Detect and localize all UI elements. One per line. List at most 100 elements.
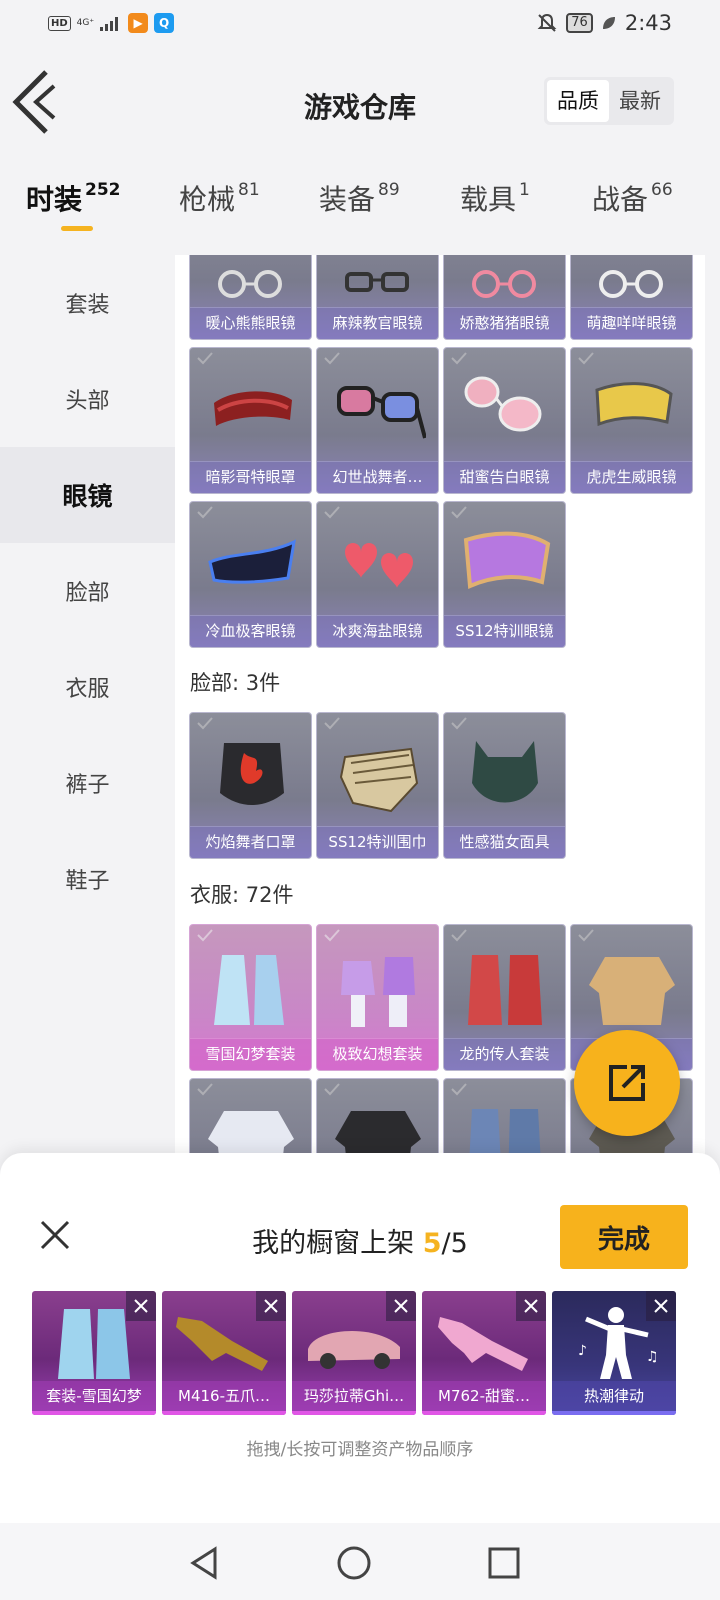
showcase-count: 5 xyxy=(422,1228,442,1259)
showcase-slot[interactable]: 玛莎拉蒂Ghi… xyxy=(292,1291,416,1415)
check-icon xyxy=(578,929,594,942)
sort-quality-option[interactable]: 品质 xyxy=(547,80,609,122)
item-name: 暗影哥特眼罩 xyxy=(190,461,311,493)
status-bar: HD 4G⁺ ▶ Q 76 2:43 xyxy=(0,0,720,46)
item-card[interactable]: 麻辣教官眼镜 xyxy=(316,255,439,340)
check-icon xyxy=(578,352,594,365)
showcase-slot[interactable]: 套装-雪国幻梦 xyxy=(32,1291,156,1415)
item-card[interactable]: SS12特训围巾 xyxy=(316,712,439,859)
battery-icon: 76 xyxy=(566,13,593,33)
showcase-slot[interactable]: M762-甜蜜… xyxy=(422,1291,546,1415)
sidebar-item-suit[interactable]: 套装 xyxy=(0,255,175,351)
tab-fashion[interactable]: 时装 252 xyxy=(26,178,121,218)
check-icon xyxy=(324,1083,340,1096)
item-name: 极致幻想套装 xyxy=(317,1038,438,1070)
item-card[interactable]: 灼焰舞者口罩 xyxy=(189,712,312,859)
outfit-image xyxy=(214,955,284,1025)
sidebar-item-head[interactable]: 头部 xyxy=(0,351,175,447)
item-name: SS12特训围巾 xyxy=(317,826,438,858)
item-name: 龙的传人套装 xyxy=(444,1038,565,1070)
item-name: 幻世战舞者… xyxy=(317,461,438,493)
sidebar-item-shoes[interactable]: 鞋子 xyxy=(0,831,175,927)
showcase-total: /5 xyxy=(441,1228,468,1259)
scarf-image xyxy=(339,747,419,813)
item-name: 性感猫女面具 xyxy=(444,826,565,858)
slot-name: 套装-雪国幻梦 xyxy=(32,1381,156,1415)
category-tabs: 时装 252 枪械 81 装备 89 载具 1 战备 66 xyxy=(0,178,720,238)
leaf-icon xyxy=(602,17,615,29)
item-card[interactable]: 暖心熊熊眼镜 xyxy=(189,255,312,340)
nav-back-icon[interactable] xyxy=(185,1543,225,1583)
tab-count: 89 xyxy=(378,180,400,200)
svg-text:♪: ♪ xyxy=(578,1343,587,1359)
item-name: 娇憨猪猪眼镜 xyxy=(444,307,565,339)
item-card[interactable]: 幻世战舞者… xyxy=(316,347,439,494)
tab-vehicles[interactable]: 载具 1 xyxy=(460,178,530,218)
check-icon xyxy=(197,352,213,365)
check-icon xyxy=(324,929,340,942)
slot-name: 热潮律动 xyxy=(552,1381,676,1415)
svg-text:♫: ♫ xyxy=(646,1349,659,1365)
nav-home-icon[interactable] xyxy=(334,1543,374,1583)
done-button[interactable]: 完成 xyxy=(560,1205,688,1269)
item-card[interactable]: 性感猫女面具 xyxy=(443,712,566,859)
slot-name: 玛莎拉蒂Ghi… xyxy=(292,1381,416,1415)
item-card[interactable]: 雪国幻梦套装 xyxy=(189,924,312,1071)
check-icon xyxy=(451,1083,467,1096)
showcase-slot[interactable]: M416-五爪… xyxy=(162,1291,286,1415)
sidebar-item-glasses[interactable]: 眼镜 xyxy=(0,447,175,543)
item-card[interactable] xyxy=(316,1078,439,1165)
item-card[interactable]: 萌趣咩咩眼镜 xyxy=(570,255,693,340)
item-card[interactable]: 龙的传人套装 xyxy=(443,924,566,1071)
slot-name: M762-甜蜜… xyxy=(422,1381,546,1415)
item-name: 萌趣咩咩眼镜 xyxy=(571,307,692,339)
heart-glasses-image xyxy=(345,543,413,588)
tab-count: 1 xyxy=(519,180,530,200)
network-indicator: 4G⁺ xyxy=(76,17,95,28)
item-name: 麻辣教官眼镜 xyxy=(317,307,438,339)
check-icon xyxy=(324,717,340,730)
sidebar-item-face[interactable]: 脸部 xyxy=(0,543,175,639)
item-card[interactable]: 暗影哥特眼罩 xyxy=(189,347,312,494)
tab-label: 载具 xyxy=(460,183,517,216)
item-grid: 暖心熊熊眼镜 麻辣教官眼镜 娇憨猪猪眼镜 萌趣咩咩眼镜 暗影哥特眼罩 幻世战舞者… xyxy=(175,255,705,1165)
item-card[interactable]: 娇憨猪猪眼镜 xyxy=(443,255,566,340)
item-name: 冰爽海盐眼镜 xyxy=(317,615,438,647)
nav-recents-icon[interactable] xyxy=(484,1543,524,1583)
remove-icon[interactable] xyxy=(126,1291,156,1321)
showcase-title-text: 我的橱窗上架 xyxy=(252,1228,415,1259)
sidebar-item-clothes[interactable]: 衣服 xyxy=(0,639,175,735)
hd-indicator: HD xyxy=(48,15,71,31)
item-card[interactable]: 冷血极客眼镜 xyxy=(189,501,312,648)
glasses-image xyxy=(345,272,409,292)
sidebar: 套装 头部 眼镜 脸部 衣服 裤子 鞋子 xyxy=(0,255,175,1165)
showcase-slot[interactable]: ♪ ♫ 热潮律动 xyxy=(552,1291,676,1415)
tab-label: 枪械 xyxy=(179,183,236,216)
video-app-icon: ▶ xyxy=(128,13,149,33)
item-name: 虎虎生威眼镜 xyxy=(571,461,692,493)
remove-icon[interactable] xyxy=(256,1291,286,1321)
item-card[interactable] xyxy=(443,1078,566,1165)
item-card[interactable] xyxy=(189,1078,312,1165)
remove-icon[interactable] xyxy=(516,1291,546,1321)
item-card[interactable]: 冰爽海盐眼镜 xyxy=(316,501,439,648)
share-button[interactable] xyxy=(574,1030,680,1136)
remove-icon[interactable] xyxy=(386,1291,416,1321)
outfit-image xyxy=(341,957,415,1027)
item-card[interactable]: 极致幻想套装 xyxy=(316,924,439,1071)
item-card[interactable]: 虎虎生威眼镜 xyxy=(570,347,693,494)
item-card[interactable]: SS12特训眼镜 xyxy=(443,501,566,648)
remove-icon[interactable] xyxy=(646,1291,676,1321)
sort-toggle[interactable]: 品质 最新 xyxy=(544,77,674,125)
tab-guns[interactable]: 枪械 81 xyxy=(179,178,260,218)
check-icon xyxy=(451,352,467,365)
tab-equipment[interactable]: 装备 89 xyxy=(319,178,400,218)
active-tab-indicator xyxy=(61,226,93,231)
sort-latest-option[interactable]: 最新 xyxy=(609,80,671,122)
glasses-image xyxy=(599,270,663,298)
item-name: 甜蜜告白眼镜 xyxy=(444,461,565,493)
tab-supplies[interactable]: 战备 66 xyxy=(592,178,673,218)
check-icon xyxy=(451,929,467,942)
item-card[interactable]: 甜蜜告白眼镜 xyxy=(443,347,566,494)
sidebar-item-pants[interactable]: 裤子 xyxy=(0,735,175,831)
